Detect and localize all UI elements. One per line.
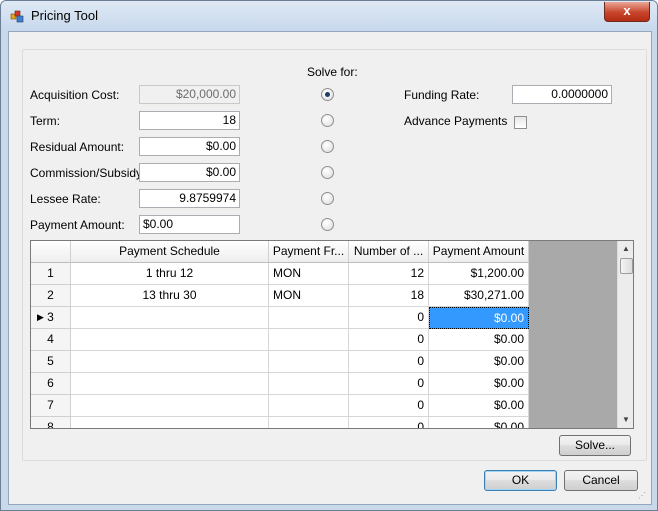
row-number: 4 (47, 332, 54, 346)
current-row-indicator-icon: ▶ (37, 312, 44, 322)
cell-payment-schedule[interactable]: 1 thru 12 (71, 263, 269, 285)
solve-button[interactable]: Solve... (559, 435, 631, 456)
payment-amount-field[interactable]: $0.00 (139, 215, 240, 234)
cell-payment-amount[interactable]: $30,271.00 (429, 285, 529, 307)
solve-for-commission-radio[interactable] (321, 166, 334, 179)
row-header[interactable]: 2 (31, 285, 71, 307)
cell-payment-amount[interactable]: $0.00 (429, 329, 529, 351)
cell-number-of-payments[interactable]: 18 (349, 285, 429, 307)
term-field[interactable]: 18 (139, 111, 240, 130)
cell-payment-frequency[interactable] (269, 329, 349, 351)
cell-payment-frequency[interactable]: MON (269, 285, 349, 307)
row-number: 2 (47, 288, 54, 302)
solve-for-acquisition-cost-radio[interactable] (321, 88, 334, 101)
row-number: 3 (47, 310, 54, 324)
cell-number-of-payments[interactable]: 12 (349, 263, 429, 285)
commission-subsidy-field[interactable]: $0.00 (139, 163, 240, 182)
residual-amount-field[interactable]: $0.00 (139, 137, 240, 156)
cell-payment-amount[interactable]: $0.00 (429, 373, 529, 395)
cell-payment-frequency[interactable]: MON (269, 263, 349, 285)
cell-payment-schedule[interactable] (71, 351, 269, 373)
solve-for-term-radio[interactable] (321, 114, 334, 127)
column-header-payment-frequency[interactable]: Payment Fr... (269, 241, 349, 263)
scroll-down-icon[interactable]: ▼ (618, 412, 633, 428)
row-number: 5 (47, 354, 54, 368)
ok-button[interactable]: OK (484, 470, 557, 491)
cell-payment-amount[interactable]: $0.00 (429, 351, 529, 373)
residual-amount-label: Residual Amount: (30, 140, 125, 154)
cell-number-of-payments[interactable]: 0 (349, 307, 429, 329)
term-label: Term: (30, 114, 60, 128)
cell-payment-schedule[interactable] (71, 395, 269, 417)
cell-payment-schedule[interactable] (71, 417, 269, 428)
cell-payment-frequency[interactable] (269, 351, 349, 373)
cell-payment-amount[interactable]: $0.00 (429, 417, 529, 428)
pricing-tool-window: Pricing Tool x Solve for: Acquisition Co… (0, 0, 658, 511)
solve-for-lessee-rate-radio[interactable] (321, 192, 334, 205)
cell-number-of-payments[interactable]: 0 (349, 373, 429, 395)
row-header-current[interactable]: ▶ 3 (31, 307, 71, 329)
cell-number-of-payments[interactable]: 0 (349, 417, 429, 428)
solve-for-residual-radio[interactable] (321, 140, 334, 153)
column-header-payment-schedule[interactable]: Payment Schedule (71, 241, 269, 263)
funding-rate-label: Funding Rate: (404, 88, 480, 102)
title-bar[interactable]: Pricing Tool x (1, 1, 657, 31)
row-number: 8 (47, 420, 54, 429)
cell-payment-schedule[interactable] (71, 373, 269, 395)
row-header[interactable]: 5 (31, 351, 71, 373)
row-number: 6 (47, 376, 54, 390)
cell-payment-amount[interactable]: $0.00 (429, 395, 529, 417)
row-header[interactable]: 7 (31, 395, 71, 417)
column-header-payment-amount[interactable]: Payment Amount (429, 241, 529, 263)
grid-vertical-scrollbar[interactable]: ▲ ▼ (617, 241, 633, 428)
app-icon (10, 10, 24, 23)
row-header[interactable]: 4 (31, 329, 71, 351)
cell-payment-schedule[interactable] (71, 329, 269, 351)
solve-for-label: Solve for: (307, 65, 358, 79)
payment-amount-label: Payment Amount: (30, 218, 125, 232)
cell-payment-amount[interactable]: $1,200.00 (429, 263, 529, 285)
acquisition-cost-field: $20,000.00 (139, 85, 240, 104)
commission-subsidy-label: Commission/Subsidy: (30, 166, 146, 180)
solve-for-payment-amount-radio[interactable] (321, 218, 334, 231)
scroll-up-icon[interactable]: ▲ (618, 241, 633, 257)
row-header[interactable]: 8 (31, 417, 71, 429)
payment-schedule-grid[interactable]: Payment Schedule Payment Fr... Number of… (30, 240, 634, 429)
grid-corner-header (31, 241, 71, 263)
row-header[interactable]: 6 (31, 373, 71, 395)
row-number: 1 (47, 266, 54, 280)
acquisition-cost-label: Acquisition Cost: (30, 88, 120, 102)
close-icon: x (623, 3, 631, 18)
advance-payments-checkbox[interactable] (514, 116, 527, 129)
window-title: Pricing Tool (31, 8, 98, 23)
cell-number-of-payments[interactable]: 0 (349, 395, 429, 417)
lessee-rate-field[interactable]: 9.8759974 (139, 189, 240, 208)
resize-grip-icon[interactable]: ⋰ (638, 491, 648, 501)
cell-payment-schedule[interactable] (71, 307, 269, 329)
cell-payment-schedule[interactable]: 13 thru 30 (71, 285, 269, 307)
scroll-thumb[interactable] (620, 258, 633, 274)
cell-payment-amount-selected[interactable]: $0.00 (429, 307, 529, 329)
funding-rate-field[interactable]: 0.0000000 (512, 85, 612, 104)
lessee-rate-label: Lessee Rate: (30, 192, 101, 206)
cell-payment-frequency[interactable] (269, 307, 349, 329)
cell-payment-frequency[interactable] (269, 417, 349, 428)
cell-number-of-payments[interactable]: 0 (349, 329, 429, 351)
row-number: 7 (47, 398, 54, 412)
cell-payment-frequency[interactable] (269, 395, 349, 417)
column-header-number-of-payments[interactable]: Number of ... (349, 241, 429, 263)
cancel-button[interactable]: Cancel (564, 470, 638, 491)
cell-payment-frequency[interactable] (269, 373, 349, 395)
row-header[interactable]: 1 (31, 263, 71, 285)
close-button[interactable]: x (604, 2, 650, 22)
cell-number-of-payments[interactable]: 0 (349, 351, 429, 373)
advance-payments-label: Advance Payments (404, 114, 508, 128)
